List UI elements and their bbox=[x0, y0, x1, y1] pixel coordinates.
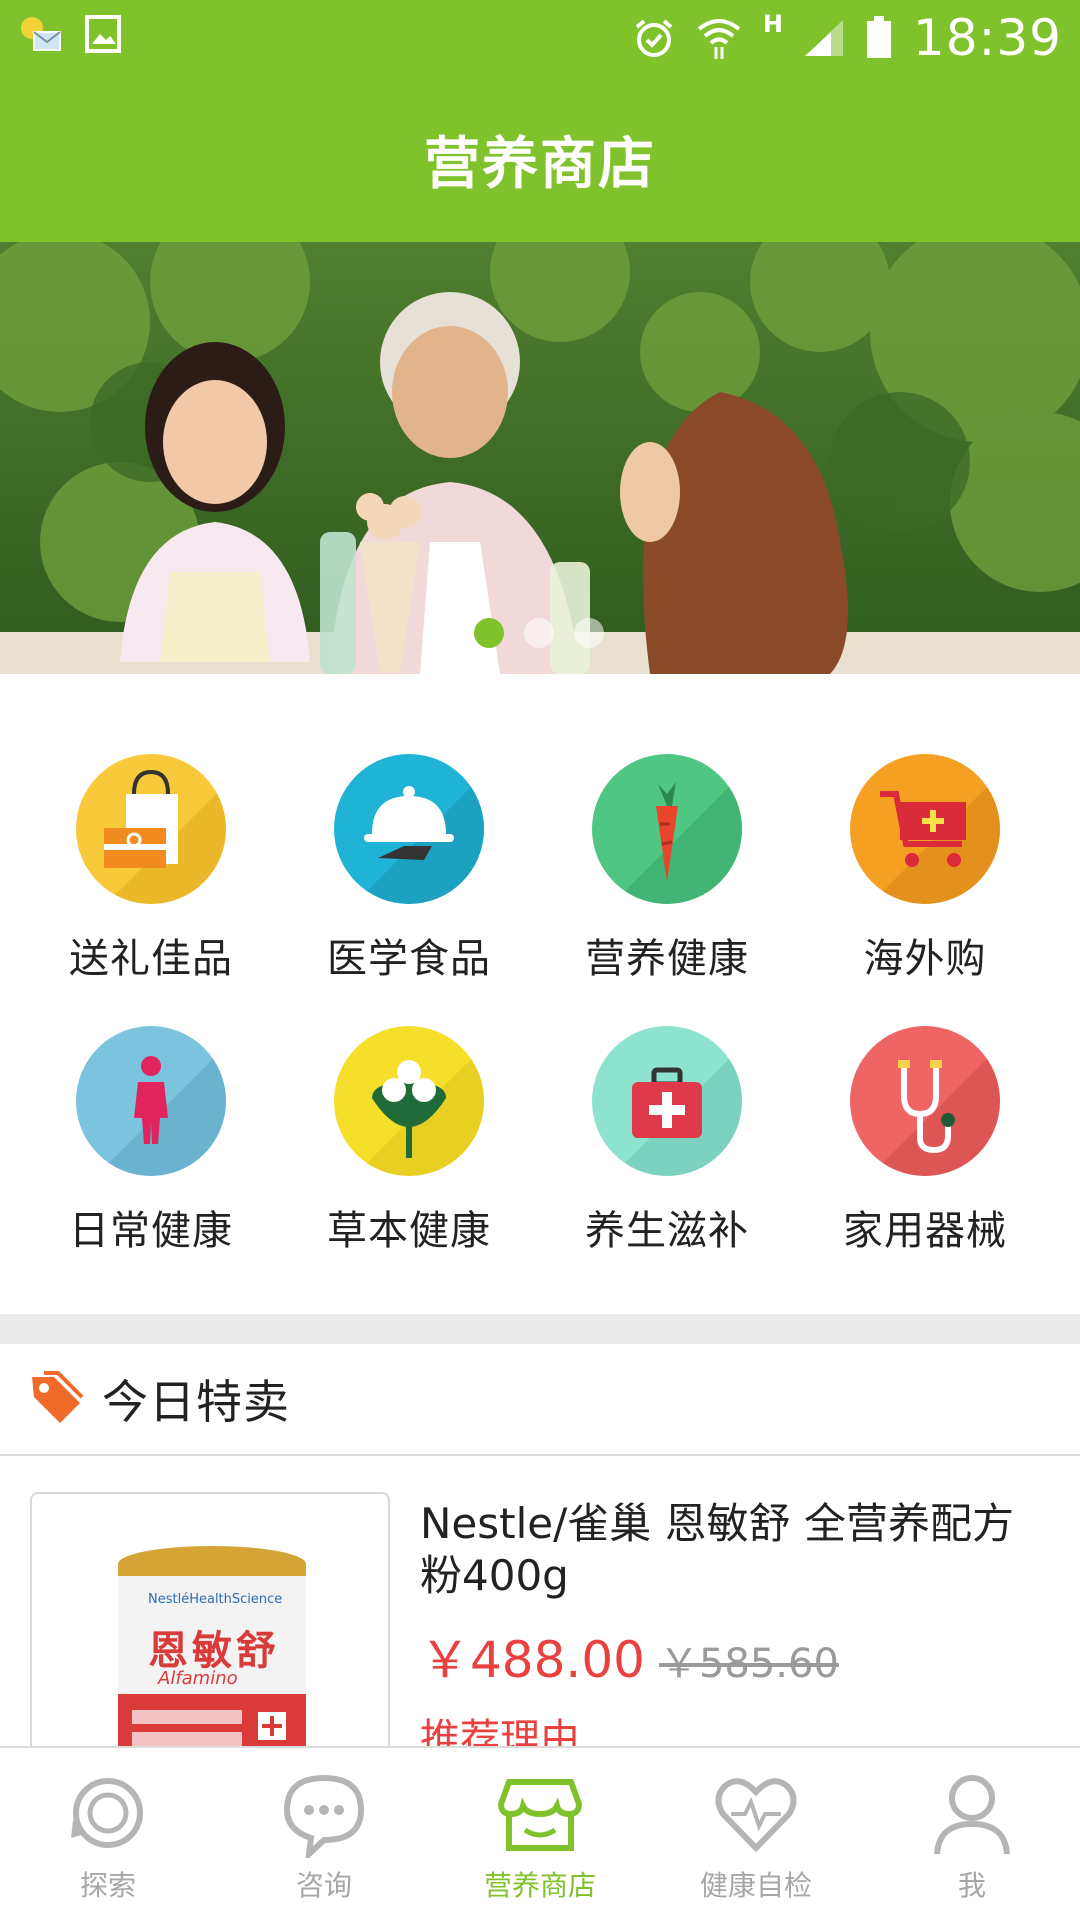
category-medical-food[interactable]: 医学食品 bbox=[280, 754, 538, 1014]
category-herbal[interactable]: 草本健康 bbox=[280, 1026, 538, 1286]
nav-explore[interactable]: 探索 bbox=[0, 1748, 216, 1920]
category-label: 营养健康 bbox=[585, 936, 749, 982]
price-tag-icon bbox=[32, 1371, 84, 1423]
category-daily-health[interactable]: 日常健康 bbox=[22, 1026, 280, 1286]
wifi-icon bbox=[697, 19, 741, 59]
nav-me[interactable]: 我 bbox=[864, 1748, 1080, 1920]
carousel-dot[interactable] bbox=[474, 618, 504, 648]
promo-banner[interactable] bbox=[0, 242, 1080, 674]
heart-pulse-icon bbox=[715, 1778, 797, 1853]
nav-label: 探索 bbox=[79, 1869, 136, 1902]
category-label: 养生滋补 bbox=[585, 1208, 749, 1254]
carousel-dot[interactable] bbox=[574, 618, 604, 648]
chat-bubble-icon bbox=[283, 1774, 365, 1858]
category-label: 送礼佳品 bbox=[69, 936, 233, 982]
image-notification-icon bbox=[85, 15, 121, 53]
category-label: 家用器械 bbox=[843, 1208, 1007, 1254]
price-row: ￥488.00 ￥585.60 bbox=[420, 1620, 839, 1692]
notification-icons bbox=[18, 14, 122, 54]
nav-label: 我 bbox=[957, 1869, 986, 1902]
app-header: 营养商店 bbox=[0, 76, 1080, 242]
deal-section-title: 今日特卖 bbox=[102, 1375, 290, 1429]
user-icon bbox=[934, 1775, 1010, 1855]
section-divider bbox=[0, 1314, 1080, 1344]
battery-icon bbox=[866, 16, 891, 58]
product-card[interactable]: NestléHealthScience 恩敏舒 Alfamino Nestle/… bbox=[0, 1458, 1080, 1792]
nav-consult[interactable]: 咨询 bbox=[216, 1748, 432, 1920]
store-icon bbox=[497, 1779, 583, 1851]
nav-label: 营养商店 bbox=[483, 1869, 596, 1902]
nav-self-check[interactable]: 健康自检 bbox=[648, 1748, 864, 1920]
nav-label: 健康自检 bbox=[699, 1869, 812, 1902]
category-grid: 送礼佳品 医学食品 营养健康 海外购 日常健康 草本健康 养生滋补 家用器械 bbox=[0, 674, 1080, 1314]
explore-refresh-icon bbox=[71, 1778, 143, 1848]
carousel-dot[interactable] bbox=[524, 618, 554, 648]
category-gift[interactable]: 送礼佳品 bbox=[22, 754, 280, 1014]
message-notification-icon bbox=[21, 17, 61, 51]
carousel-indicator bbox=[474, 618, 604, 648]
category-label: 草本健康 bbox=[327, 1208, 491, 1254]
stethoscope-icon bbox=[850, 1026, 1000, 1176]
nav-store[interactable]: 营养商店 bbox=[432, 1748, 648, 1920]
system-icons: H 18:39 bbox=[633, 6, 1062, 70]
page-title: 营养商店 bbox=[424, 131, 656, 197]
category-wellness[interactable]: 养生滋补 bbox=[538, 1026, 796, 1286]
signal-icon bbox=[804, 20, 843, 56]
category-label: 海外购 bbox=[863, 936, 987, 982]
shopping-cart-plus-icon bbox=[850, 754, 1000, 904]
category-label: 医学食品 bbox=[327, 936, 491, 982]
screen: H 18:39 营养商店 送礼佳品 医学食品 营养健康 海外购 日常健康 草本健… bbox=[0, 0, 1080, 1920]
herb-leaf-icon bbox=[334, 1026, 484, 1176]
banner-photo bbox=[0, 242, 1080, 674]
package-subtitle: Alfamino bbox=[158, 1668, 238, 1689]
alarm-icon bbox=[635, 19, 673, 57]
gift-bag-icon bbox=[76, 754, 226, 904]
serving-cloche-icon bbox=[334, 754, 484, 904]
product-name[interactable]: Nestle/雀巢 恩敏舒 全营养配方粉400g bbox=[420, 1498, 1040, 1602]
person-icon bbox=[76, 1026, 226, 1176]
category-home-devices[interactable]: 家用器械 bbox=[796, 1026, 1054, 1286]
status-time: 18:39 bbox=[912, 9, 1062, 67]
nav-label: 咨询 bbox=[295, 1869, 352, 1902]
status-bar: H 18:39 bbox=[0, 0, 1080, 76]
category-label: 日常健康 bbox=[69, 1208, 233, 1254]
category-nutrition[interactable]: 营养健康 bbox=[538, 754, 796, 1014]
sale-price: ￥488.00 bbox=[420, 1631, 645, 1689]
package-brand: NestléHealthScience bbox=[148, 1592, 283, 1607]
first-aid-kit-icon bbox=[592, 1026, 742, 1176]
carrot-icon bbox=[592, 754, 742, 904]
network-type-label: H bbox=[762, 10, 783, 38]
bottom-nav: 探索 咨询 营养商店 健康自检 我 bbox=[0, 1746, 1080, 1920]
original-price: ￥585.60 bbox=[658, 1641, 839, 1687]
deal-section-header: 今日特卖 bbox=[0, 1344, 1080, 1456]
category-overseas[interactable]: 海外购 bbox=[796, 754, 1054, 1014]
